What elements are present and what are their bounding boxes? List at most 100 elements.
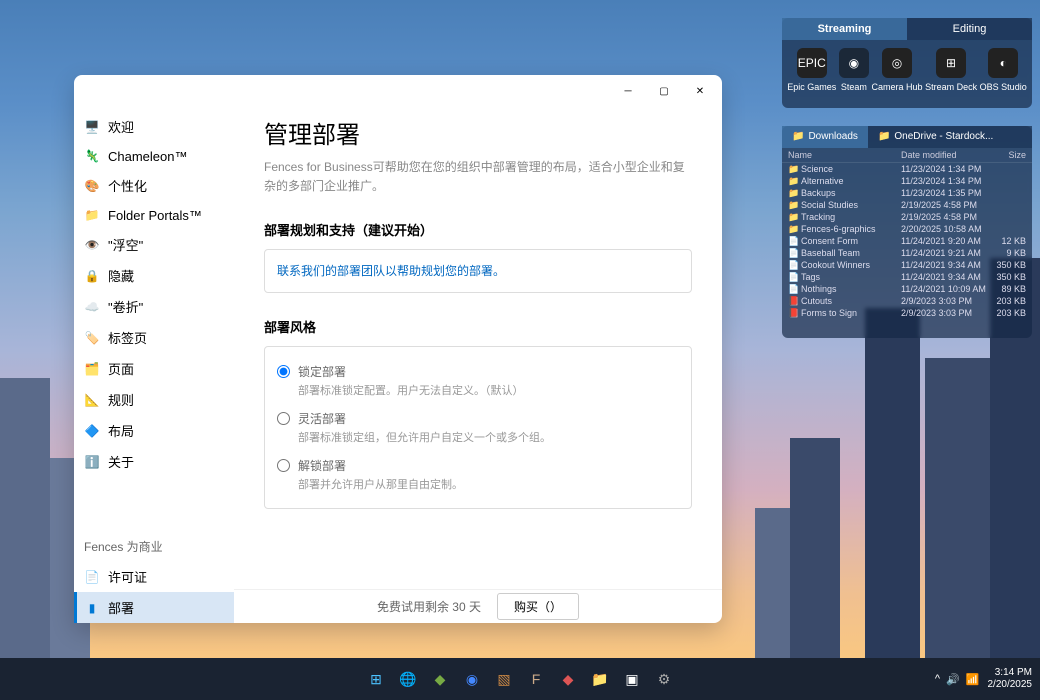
fence-tab-streaming[interactable]: Streaming: [782, 18, 907, 40]
app-icon-image: EPIC: [797, 48, 827, 78]
sidebar-item-label: 布局: [108, 421, 134, 440]
contact-link[interactable]: 联系我们的部署团队以帮助规划您的部署。: [277, 264, 505, 278]
taskbar-clock[interactable]: 3:14 PM 2/20/2025: [988, 667, 1033, 691]
fences-icon[interactable]: F: [522, 665, 550, 693]
file-row[interactable]: 📁Social Studies2/19/2025 4:58 PM: [782, 199, 1032, 211]
sidebar-item-4[interactable]: 👁️"浮空": [74, 229, 234, 260]
file-icon: 📄: [788, 236, 798, 246]
sidebar-item-6[interactable]: ☁️"卷折": [74, 291, 234, 322]
sidebar-icon: 📁: [84, 207, 100, 223]
fence-tab-editing[interactable]: Editing: [907, 18, 1032, 40]
app-icon-image: ◉: [839, 48, 869, 78]
sidebar-item-license[interactable]: 📄 许可证: [74, 561, 234, 592]
app2-icon[interactable]: ◆: [426, 665, 454, 693]
deploy-style-option[interactable]: 解锁部署部署并允许用户从那里自由定制。: [275, 451, 681, 498]
page-title: 管理部署: [264, 115, 692, 150]
radio-input[interactable]: [277, 365, 290, 378]
content: 管理部署 Fences for Business可帮助您在您的组织中部署管理的布…: [234, 107, 722, 623]
app3-icon[interactable]: ◉: [458, 665, 486, 693]
fence-tab-onedrive[interactable]: 📁OneDrive - Stardock...: [868, 126, 1032, 148]
sidebar-item-0[interactable]: 🖥️欢迎: [74, 111, 234, 142]
tray-network-icon[interactable]: 📶: [966, 673, 980, 686]
deploy-style-option[interactable]: 锁定部署部署标准锁定配置。用户无法自定义。（默认）: [275, 357, 681, 404]
file-row[interactable]: 📁Tracking2/19/2025 4:58 PM: [782, 211, 1032, 223]
app8-icon[interactable]: ▣: [618, 665, 646, 693]
file-row[interactable]: 📄Baseball Team11/24/2021 9:21 AM9 KB: [782, 247, 1032, 259]
file-row[interactable]: 📄Cookout Winners11/24/2021 9:34 AM350 KB: [782, 259, 1032, 271]
file-size: 203 KB: [991, 296, 1026, 306]
sidebar-icon: 🔒: [84, 268, 100, 284]
sidebar-item-11[interactable]: ℹ️关于: [74, 446, 234, 477]
file-row[interactable]: 📁Science11/23/2024 1:34 PM: [782, 163, 1032, 175]
file-row[interactable]: 📄Consent Form11/24/2021 9:20 AM12 KB: [782, 235, 1032, 247]
col-date[interactable]: Date modified: [901, 150, 991, 160]
buy-button[interactable]: 购买（）: [497, 593, 579, 620]
minimize-button[interactable]: ─: [610, 77, 646, 105]
radio-input[interactable]: [277, 412, 290, 425]
file-size: 350 KB: [991, 260, 1026, 270]
sidebar-icon: 👁️: [84, 237, 100, 253]
app-icon-image: ⊞: [936, 48, 966, 78]
start-button[interactable]: ⊞: [362, 665, 390, 693]
system-tray[interactable]: ^ 🔊 📶: [935, 673, 980, 686]
fence-streaming[interactable]: Streaming Editing EPICEpic Games◉Steam◎C…: [782, 18, 1032, 108]
app-launcher[interactable]: ◐OBS Studio: [980, 48, 1027, 92]
file-row[interactable]: 📁Alternative11/23/2024 1:34 PM: [782, 175, 1032, 187]
radio-label: 灵活部署: [298, 410, 551, 427]
deploy-style-option[interactable]: 灵活部署部署标准锁定组，但允许用户自定义一个或多个组。: [275, 404, 681, 451]
sidebar-icon: 🔷: [84, 423, 100, 439]
file-row[interactable]: 📕Cutouts2/9/2023 3:03 PM203 KB: [782, 295, 1032, 307]
tray-sound-icon[interactable]: 🔊: [946, 673, 960, 686]
folder-icon: 📁: [878, 126, 890, 148]
tray-chevron-icon[interactable]: ^: [935, 673, 940, 686]
edge-icon[interactable]: 🌐: [394, 665, 422, 693]
radio-input[interactable]: [277, 459, 290, 472]
file-icon: 📄: [788, 248, 798, 258]
app-icon-image: ◎: [882, 48, 912, 78]
sidebar-item-7[interactable]: 🏷️标签页: [74, 322, 234, 353]
radio-label: 解锁部署: [298, 457, 463, 474]
titlebar: ─ ▢ ✕: [74, 75, 722, 107]
app-launcher[interactable]: ◎Camera Hub: [871, 48, 922, 92]
file-icon: 📁: [788, 212, 798, 222]
sidebar-item-2[interactable]: 🎨个性化: [74, 170, 234, 201]
taskbar-center: ⊞ 🌐 ◆ ◉ ▧ F ◆ 📁 ▣ ⚙: [362, 665, 678, 693]
file-row[interactable]: 📄Nothings11/24/2021 10:09 AM89 KB: [782, 283, 1032, 295]
app-launcher[interactable]: EPICEpic Games: [787, 48, 836, 92]
taskbar[interactable]: ⊞ 🌐 ◆ ◉ ▧ F ◆ 📁 ▣ ⚙ ^ 🔊 📶 3:14 PM 2/20/2…: [0, 658, 1040, 700]
sidebar-item-label: Chameleon™: [108, 149, 188, 164]
sidebar-item-9[interactable]: 📐规则: [74, 384, 234, 415]
sidebar-item-5[interactable]: 🔒隐藏: [74, 260, 234, 291]
sidebar-icon: ☁️: [84, 299, 100, 315]
radio-sublabel: 部署标准锁定组，但允许用户自定义一个或多个组。: [298, 429, 551, 445]
explorer-icon[interactable]: 📁: [586, 665, 614, 693]
sidebar-item-8[interactable]: 🗂️页面: [74, 353, 234, 384]
sidebar-section-business: Fences 为商业: [74, 532, 234, 561]
sidebar-item-1[interactable]: 🦎Chameleon™: [74, 142, 234, 170]
sidebar-icon: 🏷️: [84, 330, 100, 346]
file-row[interactable]: 📕Forms to Sign2/9/2023 3:03 PM203 KB: [782, 307, 1032, 319]
col-size[interactable]: Size: [991, 150, 1026, 160]
app-icon-label: OBS Studio: [980, 82, 1027, 92]
sidebar-item-deploy[interactable]: ▮ 部署: [74, 592, 234, 623]
settings-icon[interactable]: ⚙: [650, 665, 678, 693]
sidebar: 🖥️欢迎🦎Chameleon™🎨个性化📁Folder Portals™👁️"浮空…: [74, 107, 234, 623]
fence-downloads[interactable]: 📁Downloads 📁OneDrive - Stardock... Name …: [782, 126, 1032, 338]
app4-icon[interactable]: ▧: [490, 665, 518, 693]
file-row[interactable]: 📁Backups11/23/2024 1:35 PM: [782, 187, 1032, 199]
app-launcher[interactable]: ◉Steam: [839, 48, 869, 92]
app6-icon[interactable]: ◆: [554, 665, 582, 693]
sidebar-item-10[interactable]: 🔷 布局: [74, 415, 234, 446]
file-row[interactable]: 📄Tags11/24/2021 9:34 AM350 KB: [782, 271, 1032, 283]
fence-tab-downloads[interactable]: 📁Downloads: [782, 126, 868, 148]
file-row[interactable]: 📁Fences-6-graphics2/20/2025 10:58 AM: [782, 223, 1032, 235]
col-name[interactable]: Name: [788, 150, 901, 160]
maximize-button[interactable]: ▢: [646, 77, 682, 105]
sidebar-item-3[interactable]: 📁Folder Portals™: [74, 201, 234, 229]
close-button[interactable]: ✕: [682, 77, 718, 105]
file-name: Nothings: [801, 284, 837, 294]
file-name: Baseball Team: [801, 248, 860, 258]
file-name: Alternative: [801, 176, 844, 186]
deploy-style-group: 锁定部署部署标准锁定配置。用户无法自定义。（默认）灵活部署部署标准锁定组，但允许…: [264, 346, 692, 509]
app-launcher[interactable]: ⊞Stream Deck: [925, 48, 977, 92]
